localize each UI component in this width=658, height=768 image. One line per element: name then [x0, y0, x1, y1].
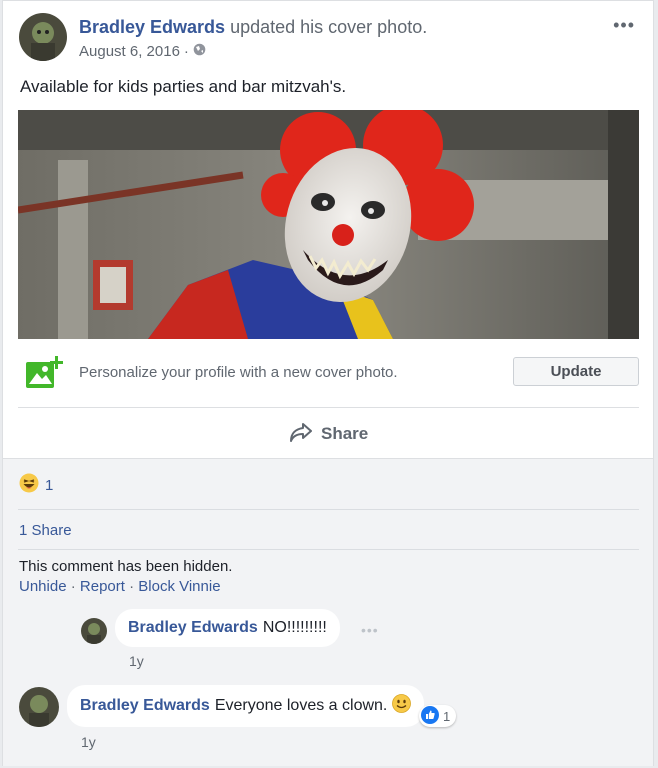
comment-bubble: Bradley Edwards NO!!!!!!!!!	[115, 609, 340, 647]
share-label: Share	[321, 424, 369, 443]
comment-timestamp[interactable]: 1y	[129, 653, 144, 669]
comment-bubble: Bradley Edwards Everyone loves a clown.	[67, 685, 425, 727]
cover-prompt-text: Personalize your profile with a new cove…	[79, 364, 398, 381]
author-line: Bradley Edwards updated his cover photo.	[79, 17, 427, 38]
post-action: updated his cover photo.	[230, 17, 428, 37]
haha-emoji-icon	[19, 473, 39, 497]
commenter-avatar[interactable]	[19, 687, 59, 727]
update-cover-button[interactable]: Update	[513, 357, 639, 386]
reaction-summary[interactable]: 1	[19, 473, 53, 497]
smiley-emoji-icon	[387, 694, 412, 718]
commenter-name[interactable]: Bradley Edwards	[128, 619, 258, 637]
ellipsis-icon[interactable]: •••	[613, 15, 635, 36]
link-separator: ·	[70, 578, 76, 595]
post-card: Bradley Edwards updated his cover photo.…	[2, 0, 654, 766]
divider	[18, 549, 639, 550]
link-separator: ·	[129, 578, 135, 595]
comment-text: Everyone loves a clown.	[214, 697, 388, 714]
meta-separator: ·	[183, 43, 189, 60]
post-meta: August 6, 2016 ·	[79, 43, 206, 60]
comment-timestamp[interactable]: 1y	[81, 734, 96, 750]
report-link[interactable]: Report	[80, 578, 125, 595]
cover-photo-prompt: Personalize your profile with a new cove…	[18, 353, 639, 393]
unhide-link[interactable]: Unhide	[19, 578, 67, 595]
hidden-comment-note: This comment has been hidden.	[19, 558, 233, 575]
add-photo-icon	[25, 355, 63, 389]
post-date[interactable]: August 6, 2016	[79, 43, 180, 60]
share-arrow-icon	[289, 422, 313, 447]
divider	[18, 509, 639, 510]
commenter-name[interactable]: Bradley Edwards	[80, 697, 210, 715]
like-count: 1	[443, 708, 451, 724]
share-count-link[interactable]: 1 Share	[19, 522, 72, 539]
cover-photo[interactable]	[18, 110, 639, 339]
comment-like-badge[interactable]: 1	[419, 705, 457, 727]
block-user-link[interactable]: Block Vinnie	[138, 578, 220, 595]
comment-text: NO!!!!!!!!!	[262, 619, 327, 636]
reaction-count: 1	[45, 476, 54, 494]
like-icon	[421, 705, 439, 727]
share-button[interactable]: Share	[289, 421, 368, 447]
divider	[18, 407, 639, 408]
post-footer: 1 1 Share This comment has been hidden. …	[3, 458, 653, 766]
author-avatar[interactable]	[19, 13, 67, 61]
comment-options-icon[interactable]: •••	[361, 622, 379, 638]
post-text: Available for kids parties and bar mitzv…	[20, 77, 347, 96]
hidden-comment-actions: Unhide · Report · Block Vinnie	[19, 578, 221, 595]
author-name[interactable]: Bradley Edwards	[79, 17, 225, 37]
post-header: Bradley Edwards updated his cover photo.…	[19, 13, 639, 65]
globe-icon[interactable]	[193, 43, 206, 60]
commenter-avatar[interactable]	[81, 618, 107, 644]
